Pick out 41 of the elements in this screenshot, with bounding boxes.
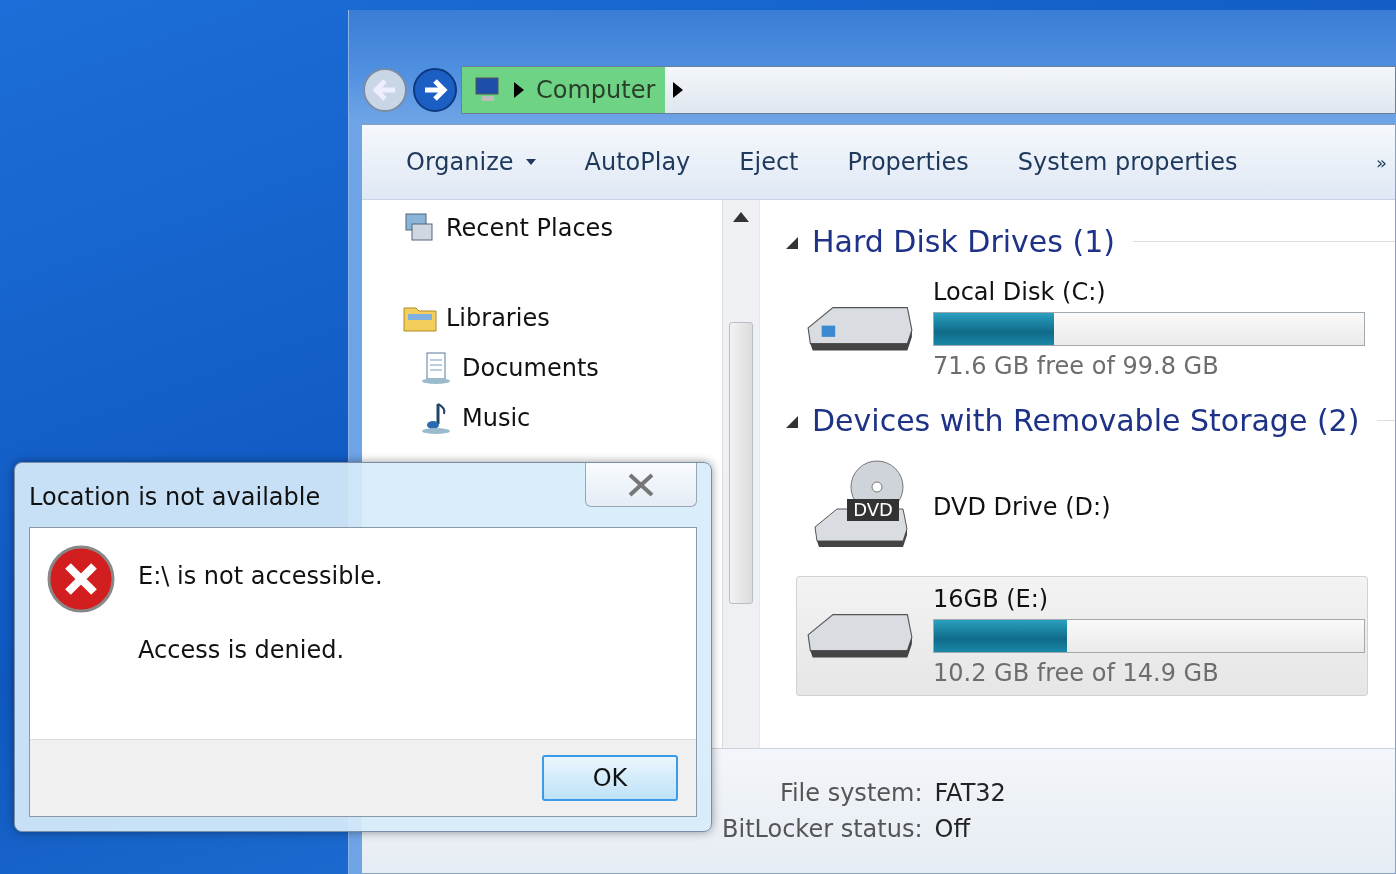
group-header: Hard Disk Drives (1)	[812, 224, 1115, 259]
detail-label: File system:	[778, 779, 923, 807]
free-space-text: 10.2 GB free of 14.9 GB	[933, 659, 1220, 687]
address-bar[interactable]: Computer	[461, 66, 1396, 114]
hard-drive-icon	[807, 305, 913, 353]
more-commands-button[interactable]: »	[1376, 151, 1395, 173]
toolbar-button[interactable]: System properties	[1003, 148, 1273, 176]
toolbar-button[interactable]: AutoPlay	[570, 148, 726, 176]
nav-item[interactable]: Documents	[402, 350, 722, 386]
nav-item[interactable]: Recent Places	[402, 210, 722, 246]
drive-icon	[807, 612, 913, 660]
detail-value: FAT32	[934, 779, 1006, 807]
close-button[interactable]	[585, 463, 697, 507]
computer-icon	[472, 76, 502, 104]
nav-item[interactable]: Libraries	[402, 300, 722, 336]
forward-button[interactable]	[411, 66, 459, 114]
drive-tile[interactable]: DVD DVD Drive (D:)	[796, 448, 1368, 566]
caret-icon	[525, 159, 536, 165]
triangle-right-icon[interactable]	[673, 82, 684, 98]
group-header: Devices with Removable Storage (2)	[812, 403, 1360, 438]
detail-value: Off	[934, 815, 972, 843]
nav-item[interactable]: Music	[402, 400, 722, 436]
toolbar-button[interactable]: Eject	[725, 148, 834, 176]
triangle-right-icon[interactable]	[514, 82, 524, 98]
free-space-text: 71.6 GB free of 99.8 GB	[933, 352, 1220, 380]
drive-tile[interactable]: Local Disk (C:) 71.6 GB free of 99.8 GB	[796, 269, 1368, 389]
dialog-title: Location is not available	[29, 483, 321, 511]
scroll-up-icon[interactable]	[733, 212, 749, 222]
toolbar-button[interactable]: Organize	[392, 148, 571, 176]
error-icon	[46, 544, 116, 614]
drive-name: 16GB (E:)	[933, 585, 1050, 613]
toolbar-button[interactable]: Properties	[833, 148, 1004, 176]
drive-tile[interactable]: 16GB (E:) 10.2 GB free of 14.9 GB	[796, 576, 1368, 696]
error-detail: Access is denied.	[138, 636, 346, 664]
error-message: E:\ is not accessible.	[138, 562, 383, 590]
ok-button[interactable]: OK	[542, 755, 678, 801]
detail-label: BitLocker status:	[722, 815, 923, 843]
scrollbar[interactable]	[722, 200, 759, 748]
drive-name: DVD Drive (D:)	[933, 493, 1112, 521]
drive-name: Local Disk (C:)	[933, 278, 1107, 306]
close-icon	[626, 471, 656, 498]
